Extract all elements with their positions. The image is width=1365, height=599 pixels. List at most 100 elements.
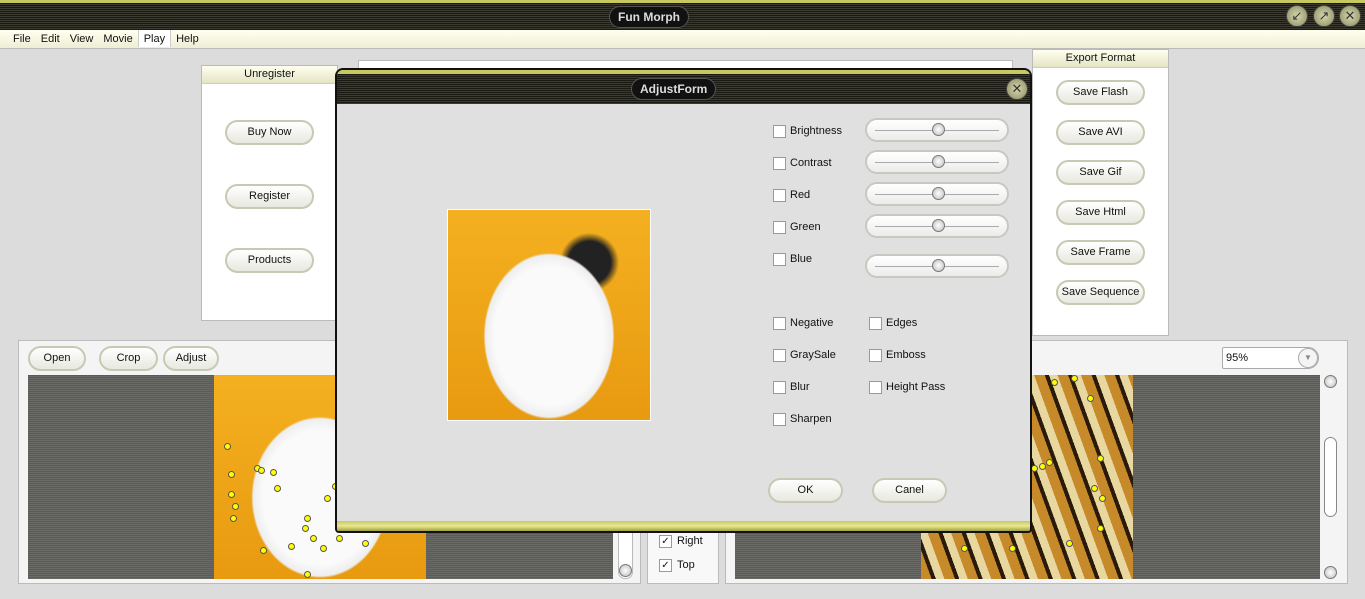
control-point[interactable] <box>1046 459 1053 466</box>
negative-checkbox[interactable] <box>773 317 786 330</box>
control-point[interactable] <box>260 547 267 554</box>
open-button[interactable]: Open <box>28 346 86 371</box>
negative-label: Negative <box>790 317 834 329</box>
control-point[interactable] <box>228 491 235 498</box>
edges-checkbox[interactable] <box>869 317 882 330</box>
ok-button[interactable]: OK <box>768 478 843 503</box>
title-bar: Fun Morph <box>0 0 1365 30</box>
control-point[interactable] <box>310 535 317 542</box>
save-html-button[interactable]: Save Html <box>1056 200 1145 225</box>
blue-checkbox[interactable] <box>773 253 786 266</box>
control-point[interactable] <box>224 443 231 450</box>
zoom-dropdown[interactable]: 95% ▼ <box>1222 347 1319 369</box>
scroll-up-knob[interactable] <box>1324 375 1337 388</box>
save-gif-button[interactable]: Save Gif <box>1056 160 1145 185</box>
green-slider-knob[interactable] <box>932 219 945 232</box>
vertical-scrollbar[interactable] <box>1323 375 1338 579</box>
register-button[interactable]: Register <box>225 184 314 209</box>
control-point[interactable] <box>320 545 327 552</box>
height-pass-checkbox[interactable] <box>869 381 882 394</box>
control-point[interactable] <box>1087 395 1094 402</box>
red-checkbox[interactable] <box>773 189 786 202</box>
control-point[interactable] <box>304 571 311 578</box>
control-point[interactable] <box>961 545 968 552</box>
blue-slider[interactable] <box>865 254 1009 278</box>
blur-checkbox[interactable] <box>773 381 786 394</box>
save-flash-button[interactable]: Save Flash <box>1056 80 1145 105</box>
save-sequence-button[interactable]: Save Sequence <box>1056 280 1145 305</box>
sharpen-checkbox[interactable] <box>773 413 786 426</box>
menu-movie[interactable]: Movie <box>98 30 137 47</box>
menu-file[interactable]: File <box>8 30 36 47</box>
control-point[interactable] <box>1071 375 1078 382</box>
control-point[interactable] <box>1051 379 1058 386</box>
unregister-title: Unregister <box>202 66 337 84</box>
menu-view[interactable]: View <box>65 30 99 47</box>
adjust-dialog: AdjustForm ✕ Brightness Contrast Red Green B… <box>335 68 1032 533</box>
control-point[interactable] <box>1097 525 1104 532</box>
control-point[interactable] <box>324 495 331 502</box>
crop-button[interactable]: Crop <box>99 346 158 371</box>
dialog-close-icon[interactable]: ✕ <box>1006 78 1028 100</box>
control-point[interactable] <box>1039 463 1046 470</box>
save-avi-button[interactable]: Save AVI <box>1056 120 1145 145</box>
control-point[interactable] <box>270 469 277 476</box>
control-point[interactable] <box>230 515 237 522</box>
control-point[interactable] <box>336 535 343 542</box>
zoom-value: 95% <box>1226 352 1249 364</box>
products-button[interactable]: Products <box>225 248 314 273</box>
green-slider[interactable] <box>865 214 1009 238</box>
blue-slider-knob[interactable] <box>932 259 945 272</box>
close-icon[interactable]: ✕ <box>1339 5 1361 27</box>
contrast-checkbox[interactable] <box>773 157 786 170</box>
minimize-icon[interactable]: ↙ <box>1286 5 1308 27</box>
sharpen-label: Sharpen <box>790 413 832 425</box>
slider-knob[interactable] <box>619 564 632 577</box>
blur-label: Blur <box>790 381 810 393</box>
contrast-slider[interactable] <box>865 150 1009 174</box>
dialog-bottom-border <box>337 521 1030 531</box>
adjust-button[interactable]: Adjust <box>163 346 219 371</box>
control-point[interactable] <box>304 515 311 522</box>
menu-help[interactable]: Help <box>171 30 204 47</box>
red-slider[interactable] <box>865 182 1009 206</box>
control-point[interactable] <box>228 471 235 478</box>
green-label: Green <box>790 221 821 233</box>
brightness-slider-knob[interactable] <box>932 123 945 136</box>
buy-now-button[interactable]: Buy Now <box>225 120 314 145</box>
control-point[interactable] <box>362 540 369 547</box>
control-point[interactable] <box>1066 540 1073 547</box>
green-checkbox[interactable] <box>773 221 786 234</box>
control-point[interactable] <box>288 543 295 550</box>
brightness-slider[interactable] <box>865 118 1009 142</box>
control-point[interactable] <box>302 525 309 532</box>
control-point[interactable] <box>232 503 239 510</box>
right-label: Right <box>677 535 703 547</box>
right-checkbox[interactable]: ✓ <box>659 535 672 548</box>
graysale-checkbox[interactable] <box>773 349 786 362</box>
red-slider-knob[interactable] <box>932 187 945 200</box>
menu-play[interactable]: Play <box>137 30 172 47</box>
scroll-down-knob[interactable] <box>1324 566 1337 579</box>
export-format-panel: Export Format Save Flash Save AVI Save Gif… <box>1032 49 1169 336</box>
brightness-checkbox[interactable] <box>773 125 786 138</box>
emboss-checkbox[interactable] <box>869 349 882 362</box>
control-point[interactable] <box>1009 545 1016 552</box>
control-point[interactable] <box>274 485 281 492</box>
cancel-button[interactable]: Canel <box>872 478 947 503</box>
emboss-label: Emboss <box>886 349 926 361</box>
control-point[interactable] <box>1099 495 1106 502</box>
scroll-thumb[interactable] <box>1324 437 1337 517</box>
save-frame-button[interactable]: Save Frame <box>1056 240 1145 265</box>
control-point[interactable] <box>258 467 265 474</box>
control-point[interactable] <box>1097 455 1104 462</box>
dialog-title: AdjustForm <box>631 78 717 100</box>
control-point[interactable] <box>1031 465 1038 472</box>
export-format-title: Export Format <box>1033 50 1168 68</box>
contrast-slider-knob[interactable] <box>932 155 945 168</box>
chevron-down-icon[interactable]: ▼ <box>1298 348 1318 368</box>
top-checkbox[interactable]: ✓ <box>659 559 672 572</box>
control-point[interactable] <box>1091 485 1098 492</box>
menu-edit[interactable]: Edit <box>36 30 65 47</box>
maximize-icon[interactable]: ↗ <box>1313 5 1335 27</box>
